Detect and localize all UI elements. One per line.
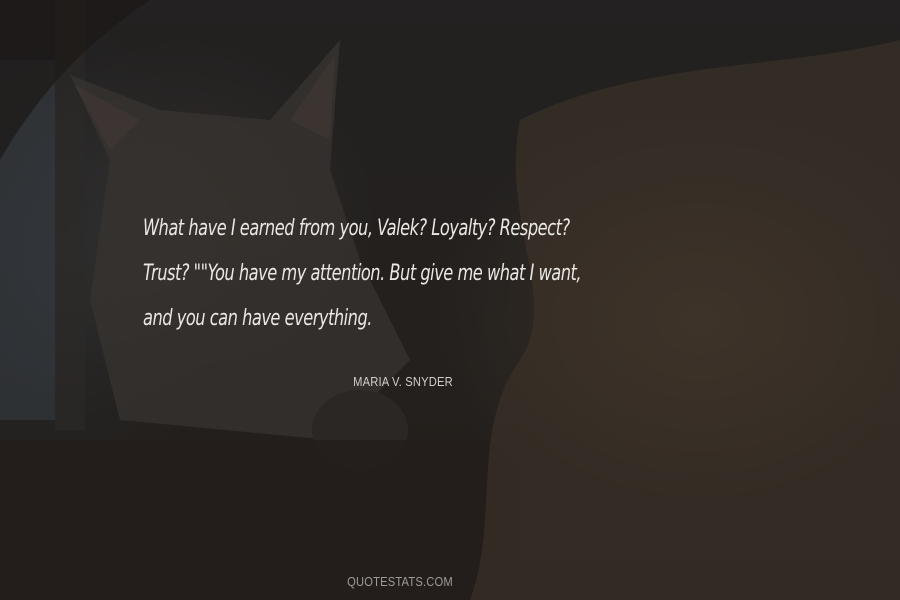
- quote-line-1: What have I earned from you, Valek? Loya…: [143, 216, 570, 241]
- quote-author: MARIA V. SNYDER: [353, 374, 453, 389]
- quote-image: What have I earned from you, Valek? Loya…: [0, 0, 900, 600]
- quote-line-2: Trust? ""You have my attention. But give…: [143, 261, 582, 286]
- quote-line-3: and you can have everything.: [143, 306, 372, 331]
- site-watermark: QUOTESTATS.COM: [347, 574, 453, 589]
- quote-text: What have I earned from you, Valek? Loya…: [143, 206, 668, 341]
